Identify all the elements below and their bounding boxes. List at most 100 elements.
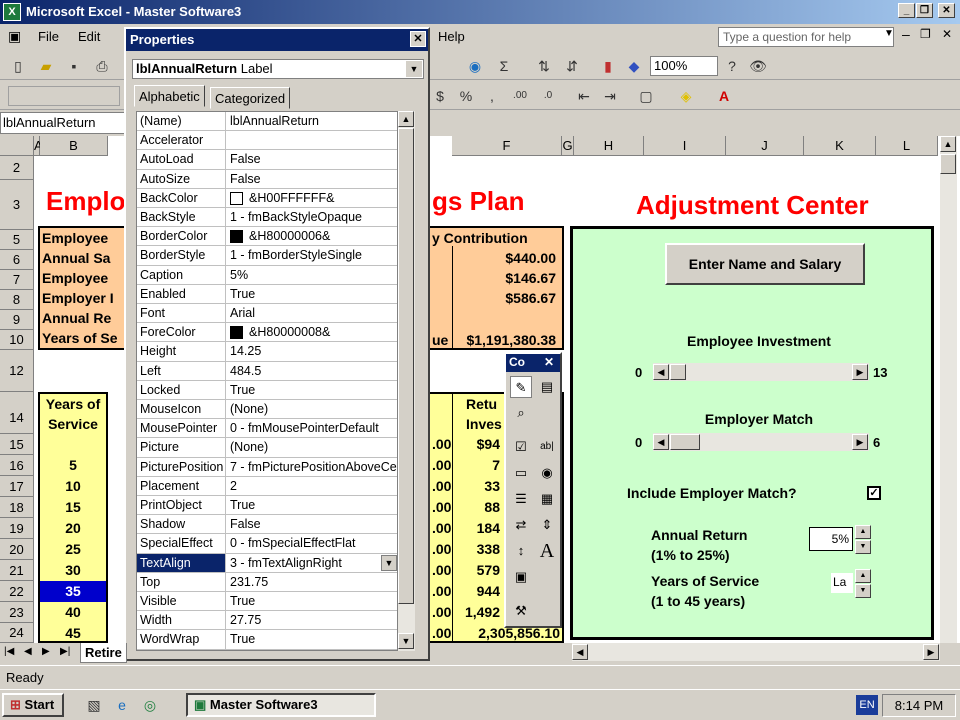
slider-thumb[interactable] xyxy=(670,434,700,450)
employee-investment-slider[interactable]: ◀ ▶ xyxy=(653,363,869,381)
col-header-k[interactable]: K xyxy=(804,136,876,156)
property-row[interactable]: Shadow False xyxy=(137,515,397,535)
new-icon[interactable]: ▯ xyxy=(8,56,28,76)
annual-return-value[interactable]: 5% xyxy=(809,527,853,551)
property-row[interactable]: Width 27.75 xyxy=(137,611,397,631)
currency-icon[interactable]: $ xyxy=(430,86,450,106)
spin-down-icon[interactable]: ▼ xyxy=(855,584,871,598)
row-header[interactable]: 18 xyxy=(0,497,34,518)
hyperlink-icon[interactable]: ◉ xyxy=(465,56,485,76)
col-header-i[interactable]: I xyxy=(644,136,726,156)
restore-button[interactable]: ❐ xyxy=(916,3,933,18)
first-sheet-icon[interactable]: |◀ xyxy=(4,646,14,657)
chevron-down-icon[interactable]: ▼ xyxy=(884,28,894,39)
property-row[interactable]: Enabled True xyxy=(137,284,397,304)
value-cell[interactable]: .00 xyxy=(432,583,451,599)
tab-categorized[interactable]: Categorized xyxy=(210,87,291,109)
property-row[interactable]: BackColor &H00FFFFFF& xyxy=(137,188,397,208)
property-value[interactable]: 0 - fmMousePointerDefault xyxy=(227,419,397,437)
listbox-tool-icon[interactable]: ☰ xyxy=(510,488,532,510)
row-header[interactable]: 14 xyxy=(0,392,34,434)
command-button-tool-icon[interactable]: ▭ xyxy=(510,462,532,484)
property-row[interactable]: Placement 2 xyxy=(137,476,397,496)
property-value[interactable]: 0 - fmSpecialEffectFlat xyxy=(227,534,397,552)
prev-sheet-icon[interactable]: ◀ xyxy=(24,646,32,657)
property-row[interactable]: PrintObject True xyxy=(137,496,397,516)
value-cell[interactable]: .00 xyxy=(432,436,451,452)
fill-color-icon[interactable]: ◈ xyxy=(676,86,696,106)
property-value[interactable]: 7 - fmPicturePositionAboveCe xyxy=(227,458,397,476)
borders-icon[interactable]: ▢ xyxy=(636,86,656,106)
start-button[interactable]: ⊞ Start xyxy=(2,693,64,717)
print-icon[interactable]: ⎙ xyxy=(92,56,112,76)
image-tool-icon[interactable]: ▣ xyxy=(510,566,532,588)
employer-match-slider[interactable]: ◀ ▶ xyxy=(653,433,869,451)
sort-ascending-icon[interactable]: ⇅ xyxy=(534,56,554,76)
year-cell-selected[interactable]: 35 xyxy=(40,581,106,602)
quicklaunch-icon[interactable]: ◎ xyxy=(140,695,160,715)
property-row[interactable]: BackStyle 1 - fmBackStyleOpaque xyxy=(137,208,397,228)
properties-icon[interactable]: ▤ xyxy=(536,376,558,398)
toolbox-titlebar[interactable]: Co ✕ xyxy=(506,354,560,372)
sheet-tab-retire[interactable]: Retire xyxy=(80,643,127,663)
save-icon[interactable]: ▪ xyxy=(64,56,84,76)
row-header[interactable]: 3 xyxy=(0,180,34,230)
col-header-g[interactable]: G xyxy=(562,136,574,156)
more-controls-icon[interactable]: ⚒ xyxy=(510,600,532,622)
property-value[interactable]: 1 - fmBackStyleOpaque xyxy=(227,208,397,226)
help-icon[interactable]: ? xyxy=(722,56,742,76)
property-row[interactable]: SpecialEffect 0 - fmSpecialEffectFlat xyxy=(137,534,397,554)
doc-close-icon[interactable]: ✕ xyxy=(942,27,952,41)
property-value[interactable]: True xyxy=(227,592,397,610)
row-header[interactable]: 15 xyxy=(0,434,34,455)
property-value[interactable]: False xyxy=(227,515,397,533)
property-row[interactable]: (Name) lblAnnualReturn xyxy=(137,112,397,132)
scroll-up-icon[interactable]: ▲ xyxy=(398,111,414,127)
year-cell[interactable]: 25 xyxy=(42,541,104,557)
value-cell[interactable]: .00 xyxy=(432,541,451,557)
row-header[interactable]: 10 xyxy=(0,330,34,350)
property-row[interactable]: Visible True xyxy=(137,592,397,612)
row-header[interactable]: 17 xyxy=(0,476,34,497)
chart-wizard-icon[interactable]: ▮ xyxy=(598,56,618,76)
col-header-j[interactable]: J xyxy=(726,136,804,156)
drawing-icon[interactable]: ◆ xyxy=(624,56,644,76)
property-row[interactable]: MousePointer 0 - fmMousePointerDefault xyxy=(137,419,397,439)
scroll-right-icon[interactable]: ▶ xyxy=(852,364,868,380)
language-indicator[interactable]: EN xyxy=(856,695,878,715)
property-value[interactable]: 27.75 xyxy=(227,611,397,629)
close-icon[interactable]: ✕ xyxy=(544,355,554,369)
property-value[interactable]: &H00FFFFFF& xyxy=(227,189,397,207)
property-value[interactable]: True xyxy=(227,381,397,399)
row-header[interactable]: 2 xyxy=(0,156,34,180)
property-value[interactable]: True xyxy=(227,496,397,514)
row-header[interactable]: 8 xyxy=(0,290,34,310)
decrease-indent-icon[interactable]: ⇤ xyxy=(574,86,594,106)
value-cell[interactable]: .00 xyxy=(432,457,451,473)
select-all-corner[interactable] xyxy=(0,136,34,156)
property-value[interactable]: 14.25 xyxy=(227,342,397,360)
enter-name-salary-button[interactable]: Enter Name and Salary xyxy=(665,243,865,285)
property-row[interactable]: Caption 5% xyxy=(137,265,397,285)
close-icon[interactable]: ✕ xyxy=(410,31,426,47)
property-value[interactable]: True xyxy=(227,285,397,303)
property-scrollbar[interactable]: ▲ ▼ xyxy=(398,111,415,651)
close-button[interactable]: ✕ xyxy=(938,3,955,18)
value-cell[interactable]: .00 xyxy=(432,478,451,494)
property-value[interactable]: True xyxy=(227,630,397,648)
property-value[interactable]: 484.5 xyxy=(227,362,397,380)
return-cell[interactable]: $94 xyxy=(456,436,500,452)
chevron-down-icon[interactable]: ▼ xyxy=(406,61,422,77)
last-sheet-icon[interactable]: ▶| xyxy=(60,646,70,657)
property-value[interactable]: (None) xyxy=(227,438,397,456)
col-header-h[interactable]: H xyxy=(574,136,644,156)
property-row[interactable]: Top 231.75 xyxy=(137,572,397,592)
include-match-checkbox[interactable]: ✓ xyxy=(867,486,881,500)
year-cell[interactable]: 10 xyxy=(42,478,104,494)
row-header[interactable]: 16 xyxy=(0,455,34,476)
font-box[interactable] xyxy=(8,86,120,106)
sort-descending-icon[interactable]: ⇵ xyxy=(562,56,582,76)
property-row[interactable]: BorderColor &H80000006& xyxy=(137,227,397,247)
menu-edit[interactable]: Edit xyxy=(78,29,100,44)
percent-icon[interactable]: % xyxy=(456,86,476,106)
